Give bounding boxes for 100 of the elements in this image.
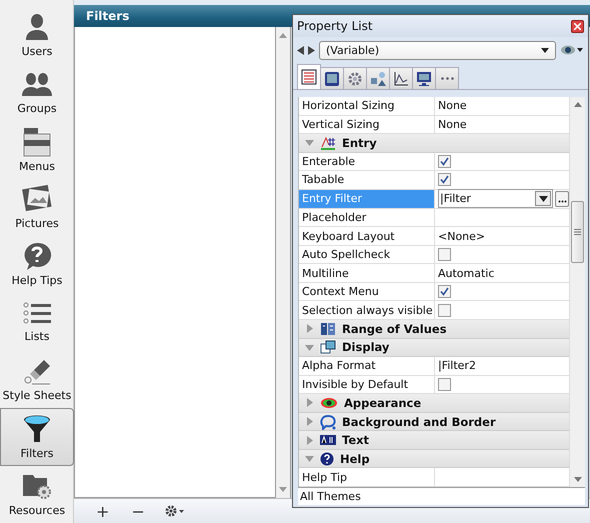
collapsed-arrow-icon[interactable] [305,324,314,334]
eye-icon[interactable] [560,45,584,55]
more-icon[interactable] [558,200,566,203]
property-name: Tabable [302,173,344,186]
sidebar-item[interactable]: Users [0,6,74,64]
back-icon[interactable] [297,46,304,54]
section-title: Display [342,340,390,354]
property-name: Multiline [302,266,349,280]
property-name: Help Tip [302,470,347,484]
property-name: Context Menu [302,285,379,298]
property-name: Vertical Sizing [302,118,380,131]
theme-label: All Themes [300,490,361,503]
tab[interactable] [320,67,344,89]
checkbox[interactable] [438,378,451,391]
section-header[interactable]: Display [299,338,569,358]
collapsed-arrow-icon[interactable] [305,417,314,426]
scroll-up-icon[interactable] [279,33,287,38]
tab[interactable] [412,67,436,89]
help-icon [22,241,52,272]
section-title: Range of Values [342,322,447,336]
section-header[interactable]: Range of Values [299,320,569,339]
funnel-icon [22,414,52,444]
property-value: <None> [438,230,486,243]
scrollbar[interactable] [276,27,291,498]
section-title: Help [340,452,370,466]
ellipsis-button[interactable] [555,190,569,207]
shapes-icon [370,70,386,86]
checkbox[interactable] [438,154,451,168]
window-title: Property List [297,19,373,33]
sidebar-item[interactable]: Lists [0,293,74,351]
section-title: Appearance [344,396,422,410]
grip-icon [574,229,581,235]
property-row[interactable]: Placeholder [299,208,569,228]
help-icon [320,452,334,466]
tab[interactable] [389,67,413,89]
scroll-up-icon[interactable] [574,102,582,107]
property-row[interactable]: Alpha Format |Filter2 [299,357,569,376]
checkbox[interactable] [438,248,451,262]
expanded-arrow-icon[interactable] [305,454,314,464]
sidebar-item[interactable]: Pictures [0,178,74,236]
sidebar-item[interactable]: Groups [0,63,74,121]
property-row[interactable]: Context Menu [299,282,569,302]
section-title: Entry [342,136,377,150]
gear-icon [347,70,363,86]
property-row[interactable]: Horizontal Sizing None [299,97,569,116]
property-value: |Filter2 [438,359,476,372]
property-value: None [438,99,467,112]
property-row[interactable]: Keyboard Layout <None> [299,227,569,246]
eye-icon [320,396,338,409]
sidebar-item[interactable]: Resources [0,466,74,523]
text-field-icon [320,434,336,446]
property-row[interactable]: Auto Spellcheck [299,246,569,264]
property-row[interactable]: Enterable [299,152,569,172]
toolbar-button[interactable]: − [129,502,147,520]
section-header[interactable]: Text [299,431,569,450]
property-value: None [438,118,467,131]
property-name: Entry Filter [302,192,362,206]
menu-icon [23,126,51,157]
object-dropdown[interactable]: (Variable) [319,40,556,60]
tab[interactable] [297,64,321,89]
property-name: Keyboard Layout [302,230,395,243]
sidebar-item[interactable]: Menus [0,120,74,178]
property-row[interactable]: Multiline Automatic [299,264,569,283]
close-icon[interactable] [574,22,581,30]
checkbox[interactable] [438,304,451,317]
property-name: Alpha Format [302,359,376,372]
gear-icon[interactable] [164,505,185,517]
section-header[interactable]: Appearance [299,394,569,413]
dropdown-arrow-icon[interactable] [541,48,549,52]
collapsed-arrow-icon[interactable] [305,398,314,408]
section-title: Background and Border [342,414,496,429]
forward-icon[interactable] [308,46,315,54]
sidebar-item[interactable]: Filters [0,408,74,466]
close-button[interactable] [571,20,584,32]
property-row[interactable]: Entry Filter |Filter [299,190,569,209]
panel-title: Filters [86,9,130,23]
scroll-down-icon[interactable] [574,477,582,482]
sidebar-item[interactable]: Style Sheets [0,350,74,408]
sidebar-item[interactable]: Help Tips [0,236,74,294]
property-name: Auto Spellcheck [302,248,390,262]
section-header[interactable]: Background and Border [299,412,569,432]
checkbox[interactable] [438,173,451,186]
expanded-arrow-icon[interactable] [305,138,314,148]
expanded-arrow-icon[interactable] [305,342,314,352]
tab[interactable] [366,67,390,89]
property-name: Horizontal Sizing [302,99,394,112]
scroll-thumb[interactable] [571,201,584,263]
properties-icon [301,69,317,85]
filter-dropdown[interactable]: |Filter [438,189,553,208]
section-header[interactable]: Entry [299,134,569,153]
scroll-down-icon[interactable] [279,487,287,492]
section-header[interactable]: Help [299,450,569,468]
more-icon [440,77,454,80]
toolbar-button[interactable]: + [94,502,112,520]
property-name: Invisible by Default [302,378,408,391]
collapsed-arrow-icon[interactable] [305,436,314,445]
dropdown-arrow-icon[interactable] [538,196,548,202]
checkbox[interactable] [438,285,451,298]
property-name: Placeholder [302,211,366,224]
section-title: Text [342,433,370,448]
